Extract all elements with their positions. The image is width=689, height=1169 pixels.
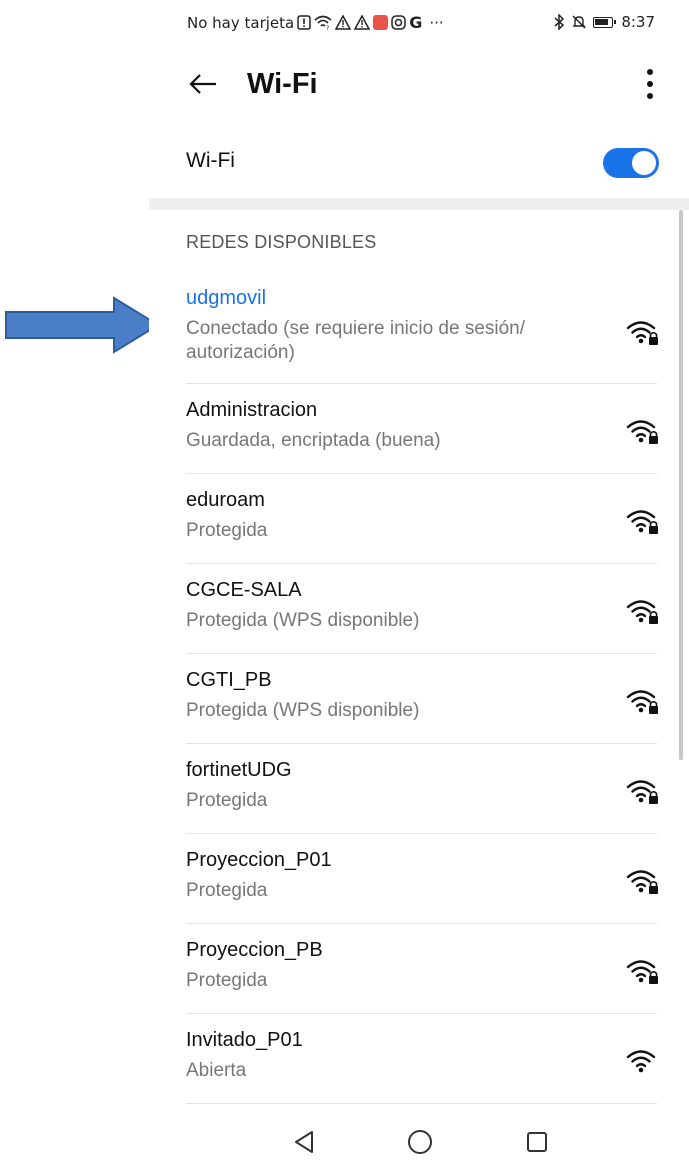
wifi-signal-locked-icon	[625, 317, 659, 347]
network-status-continued: autorización)	[186, 342, 295, 363]
instagram-icon	[391, 15, 406, 30]
available-networks-header: REDES DISPONIBLES	[186, 232, 377, 252]
page: No hay tarjeta ? G ··· 8:37 Wi-Fi Wi-Fi …	[0, 0, 689, 1169]
wifi-signal-locked-icon	[625, 506, 659, 536]
nav-recents-square-icon	[527, 1132, 547, 1152]
more-options-button[interactable]	[635, 66, 665, 102]
nav-back-triangle-icon	[295, 1131, 313, 1153]
network-status: Protegida (WPS disponible)	[186, 610, 420, 631]
sim-alert-icon	[297, 15, 311, 30]
network-item[interactable]: Proyeccion_PB Protegida	[149, 924, 689, 1014]
network-name: CGCE-SALA	[186, 579, 302, 601]
nav-home-button[interactable]	[405, 1127, 435, 1157]
warning-icon-2	[354, 15, 371, 30]
network-text: CGCE-SALA Protegida (WPS disponible)	[186, 578, 586, 633]
network-status: Guardada, encriptada (buena)	[186, 430, 441, 451]
network-status: Protegida	[186, 520, 268, 541]
status-left: No hay tarjeta ? G ···	[187, 13, 444, 32]
network-item[interactable]: CGTI_PB Protegida (WPS disponible)	[149, 654, 689, 744]
scrollbar[interactable]	[679, 210, 683, 760]
network-name: CGTI_PB	[186, 669, 272, 691]
back-button[interactable]	[185, 66, 221, 102]
status-bar: No hay tarjeta ? G ··· 8:37	[149, 0, 689, 46]
network-item[interactable]: udgmovil Conectado (se requiere inicio de…	[149, 276, 689, 384]
status-time: 8:37	[621, 13, 655, 31]
network-name: eduroam	[186, 489, 265, 511]
google-icon: G	[409, 13, 423, 32]
wifi-signal-locked-icon	[625, 416, 659, 446]
nav-back-button[interactable]	[289, 1127, 319, 1157]
network-text: Proyeccion_P01 Protegida	[186, 848, 586, 903]
phone-screen: No hay tarjeta ? G ··· 8:37 Wi-Fi Wi-Fi …	[149, 0, 689, 1169]
mute-bell-icon	[571, 14, 587, 30]
wifi-signal-locked-icon	[625, 866, 659, 896]
network-status: Protegida	[186, 880, 268, 901]
network-text: udgmovil Conectado (se requiere inicio de…	[186, 286, 586, 365]
network-text: CGTI_PB Protegida (WPS disponible)	[186, 668, 586, 723]
nav-home-circle-icon	[408, 1130, 432, 1154]
navigation-bar	[149, 1117, 689, 1169]
network-status: Protegida	[186, 970, 268, 991]
network-text: Administracion Guardada, encriptada (buen…	[186, 398, 586, 453]
app-notification-icon	[373, 15, 389, 30]
network-name: fortinetUDG	[186, 759, 292, 781]
network-text: fortinetUDG Protegida	[186, 758, 586, 813]
wifi-toggle-row: Wi-Fi	[149, 136, 689, 192]
network-name: Invitado_P01	[186, 1029, 303, 1051]
network-status: Abierta	[186, 1060, 247, 1081]
wifi-signal-locked-icon	[625, 776, 659, 806]
network-list: udgmovil Conectado (se requiere inicio de…	[149, 276, 689, 1104]
wifi-signal-locked-icon	[625, 596, 659, 626]
wifi-signal-locked-icon	[625, 956, 659, 986]
more-vert-icon	[647, 69, 653, 99]
wifi-status-icon: ?	[314, 15, 332, 30]
warning-icon	[335, 15, 352, 30]
wifi-signal-icon	[625, 1046, 659, 1076]
toggle-knob	[632, 151, 656, 175]
network-item[interactable]: CGCE-SALA Protegida (WPS disponible)	[149, 564, 689, 654]
battery-icon	[593, 16, 617, 28]
wifi-signal-locked-icon	[625, 686, 659, 716]
network-status: Protegida	[186, 790, 268, 811]
nav-recents-button[interactable]	[522, 1127, 552, 1157]
arrow-left-icon	[189, 74, 216, 94]
bluetooth-icon	[553, 14, 565, 30]
carrier-text: No hay tarjeta	[187, 13, 295, 32]
network-item[interactable]: Proyeccion_P01 Protegida	[149, 834, 689, 924]
network-name: Administracion	[186, 399, 318, 421]
network-status: Conectado (se requiere inicio de sesión/	[186, 318, 526, 339]
status-overflow: ···	[429, 13, 444, 32]
list-divider	[186, 1103, 657, 1104]
page-title: Wi-Fi	[247, 68, 318, 100]
network-item[interactable]: eduroam Protegida	[149, 474, 689, 564]
wifi-toggle-label: Wi-Fi	[186, 149, 235, 172]
section-divider	[149, 198, 689, 210]
network-text: Proyeccion_PB Protegida	[186, 938, 586, 993]
network-text: eduroam Protegida	[186, 488, 586, 543]
network-name: udgmovil	[186, 287, 267, 309]
network-item[interactable]: Invitado_P01 Abierta	[149, 1014, 689, 1104]
status-right: 8:37	[553, 13, 655, 31]
network-status: Protegida (WPS disponible)	[186, 700, 420, 721]
wifi-toggle-switch[interactable]	[603, 148, 659, 178]
app-header: Wi-Fi	[149, 56, 689, 112]
annotation-arrow	[5, 296, 160, 354]
network-text: Invitado_P01 Abierta	[186, 1028, 586, 1083]
svg-text:?: ?	[326, 25, 329, 30]
network-item[interactable]: Administracion Guardada, encriptada (buen…	[149, 384, 689, 474]
network-name: Proyeccion_PB	[186, 939, 323, 961]
network-name: Proyeccion_P01	[186, 849, 332, 871]
network-item[interactable]: fortinetUDG Protegida	[149, 744, 689, 834]
